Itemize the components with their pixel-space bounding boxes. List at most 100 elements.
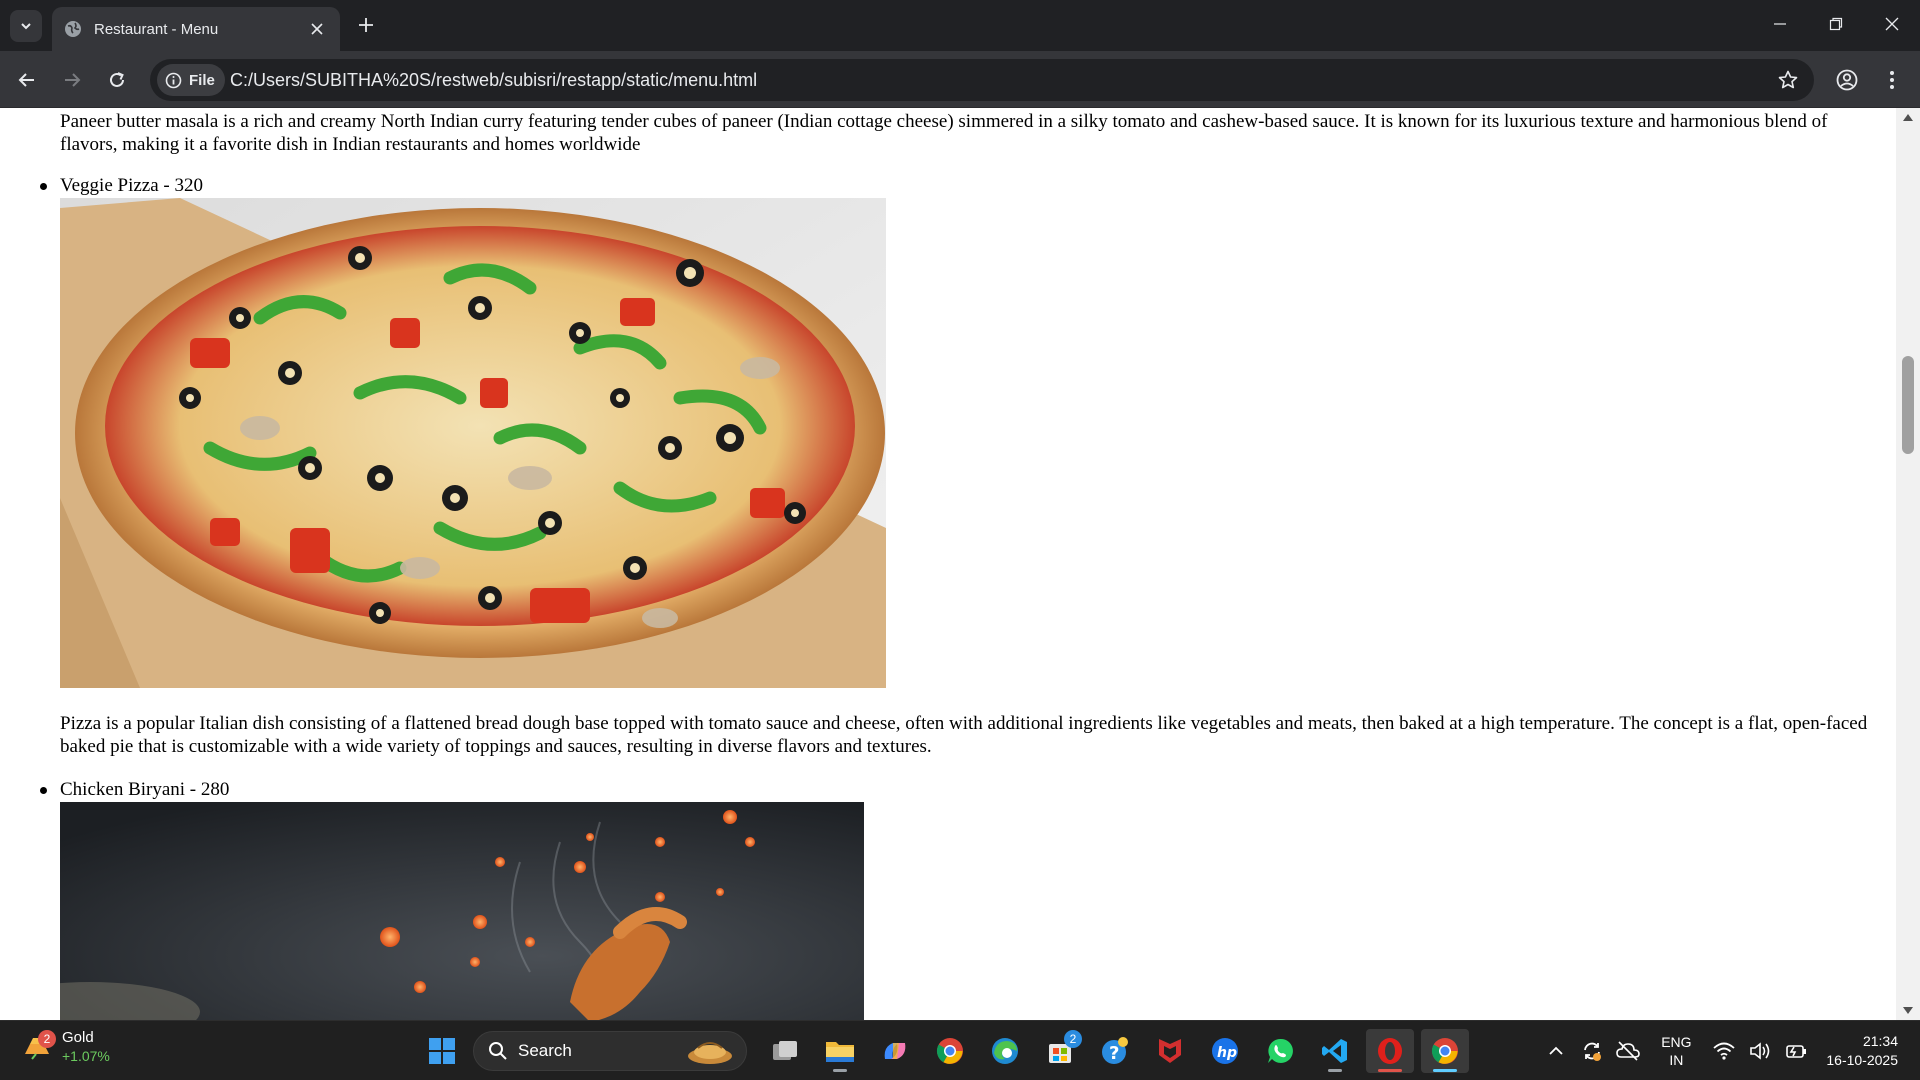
copilot-icon	[884, 1043, 906, 1059]
plus-icon	[359, 18, 373, 32]
browser-toolbar: File C:/Users/SUBITHA%20S/restweb/subisr…	[0, 51, 1920, 108]
edge-icon	[992, 1038, 1018, 1064]
store-button[interactable]: 2	[1036, 1029, 1084, 1073]
search-icon	[489, 1042, 507, 1060]
start-button[interactable]	[418, 1029, 466, 1073]
reload-button[interactable]	[100, 63, 134, 97]
kebab-menu-icon	[1890, 71, 1894, 89]
new-tab-button[interactable]	[352, 11, 380, 39]
clock-time: 21:34	[1862, 1033, 1898, 1049]
chrome-icon	[936, 1038, 963, 1064]
url-text[interactable]: C:/Users/SUBITHA%20S/restweb/subisri/res…	[230, 70, 757, 91]
language-line1: ENG	[1661, 1034, 1692, 1050]
store-badge: 2	[1064, 1030, 1082, 1048]
chicken-biryani-image	[60, 802, 864, 1020]
tab-search-button[interactable]	[10, 10, 42, 42]
browser-titlebar: Restaurant - Menu	[0, 0, 1920, 51]
running-indicator	[1328, 1069, 1342, 1072]
wifi-icon	[1713, 1042, 1735, 1060]
vscode-icon	[1322, 1039, 1347, 1063]
battery-button[interactable]	[1778, 1031, 1814, 1071]
speaker-icon	[1750, 1042, 1770, 1060]
opera-icon	[1378, 1038, 1402, 1064]
site-chip-label: File	[189, 71, 215, 89]
arrow-left-icon	[18, 73, 34, 87]
vscode-button[interactable]	[1311, 1029, 1359, 1073]
file-explorer-button[interactable]	[816, 1029, 864, 1073]
minimize-button[interactable]	[1752, 0, 1808, 48]
menu-item-label: Veggie Pizza - 320	[60, 175, 203, 196]
menu-item-label: Chicken Biryani - 280	[60, 779, 230, 800]
whatsapp-icon	[1268, 1038, 1293, 1063]
system-clock[interactable]: 21:34 16-10-2025	[1814, 1032, 1920, 1070]
task-view-icon	[773, 1041, 797, 1060]
star-icon	[1778, 70, 1798, 89]
account-icon	[1836, 69, 1858, 91]
hp-button[interactable]: hp	[1201, 1029, 1249, 1073]
copilot-button[interactable]	[871, 1029, 919, 1073]
onedrive-button[interactable]	[1610, 1031, 1646, 1071]
opera-button[interactable]	[1366, 1029, 1414, 1073]
address-bar[interactable]: File C:/Users/SUBITHA%20S/restweb/subisr…	[150, 59, 1814, 101]
back-button[interactable]	[10, 63, 44, 97]
pizza-description: Pizza is a popular Italian dish consisti…	[60, 713, 1868, 757]
chrome-button[interactable]	[926, 1029, 974, 1073]
language-line2: IN	[1669, 1052, 1684, 1068]
forward-button[interactable]	[55, 63, 89, 97]
tab-close-icon[interactable]	[306, 18, 328, 40]
widget-badge: 2	[38, 1029, 56, 1048]
restore-button[interactable]	[1808, 0, 1864, 48]
widget-change: +1.07%	[62, 1048, 110, 1064]
page-viewport: Paneer butter masala is a rich and cream…	[0, 108, 1920, 1020]
search-label: Search	[518, 1041, 572, 1060]
close-window-button[interactable]	[1864, 0, 1920, 48]
scrollbar-thumb[interactable]	[1902, 356, 1914, 454]
bookmark-button[interactable]	[1776, 68, 1800, 92]
chevron-down-icon	[21, 23, 31, 30]
folder-icon	[826, 1042, 854, 1062]
hp-icon: hp	[1212, 1038, 1238, 1064]
browser-menu-button[interactable]	[1875, 63, 1909, 97]
volume-button[interactable]	[1742, 1031, 1778, 1071]
veggie-pizza-image	[60, 198, 886, 688]
running-indicator	[1433, 1069, 1457, 1072]
clock-date: 16-10-2025	[1826, 1052, 1898, 1068]
windows-taskbar: 2 Gold +1.07% Search 2 ? hp ENG IN 21:34…	[0, 1020, 1920, 1080]
running-indicator	[833, 1069, 847, 1072]
reload-icon	[110, 72, 124, 87]
site-info-chip[interactable]: File	[157, 64, 225, 96]
arrow-right-icon	[65, 73, 81, 87]
edge-button[interactable]	[981, 1029, 1029, 1073]
gold-widget-icon: 2	[22, 1029, 56, 1062]
scroll-up-icon[interactable]	[1902, 112, 1914, 122]
chrome-active-button[interactable]	[1421, 1029, 1469, 1073]
widget-title: Gold	[62, 1029, 94, 1046]
battery-icon	[1786, 1045, 1807, 1058]
browser-tab[interactable]: Restaurant - Menu	[52, 7, 340, 51]
wifi-button[interactable]	[1706, 1031, 1742, 1071]
window-controls	[1752, 0, 1920, 48]
language-indicator[interactable]: ENG IN	[1646, 1033, 1706, 1069]
task-view-button[interactable]	[761, 1029, 809, 1073]
weather-widget[interactable]: 2 Gold +1.07%	[22, 1029, 110, 1064]
profile-button[interactable]	[1830, 63, 1864, 97]
get-help-button[interactable]: ?	[1091, 1029, 1139, 1073]
whatsapp-button[interactable]	[1256, 1029, 1304, 1073]
svg-text:?: ?	[1109, 1043, 1119, 1064]
help-icon: ?	[1102, 1037, 1128, 1064]
close-icon	[1885, 17, 1899, 31]
windows-icon	[429, 1038, 455, 1064]
mcafee-icon	[1159, 1039, 1181, 1063]
scroll-down-icon[interactable]	[1902, 1006, 1914, 1016]
mcafee-button[interactable]	[1146, 1029, 1194, 1073]
sync-status-button[interactable]	[1574, 1031, 1610, 1071]
search-highlight-icon	[688, 1042, 732, 1064]
globe-icon	[64, 20, 82, 38]
taskbar-search[interactable]: Search	[473, 1031, 747, 1071]
svg-text:hp: hp	[1217, 1045, 1237, 1061]
restore-icon	[1829, 17, 1843, 31]
show-hidden-icons-button[interactable]	[1538, 1031, 1574, 1071]
list-bullet	[40, 787, 47, 794]
chrome-icon	[1431, 1038, 1458, 1064]
vertical-scrollbar[interactable]	[1896, 108, 1920, 1020]
